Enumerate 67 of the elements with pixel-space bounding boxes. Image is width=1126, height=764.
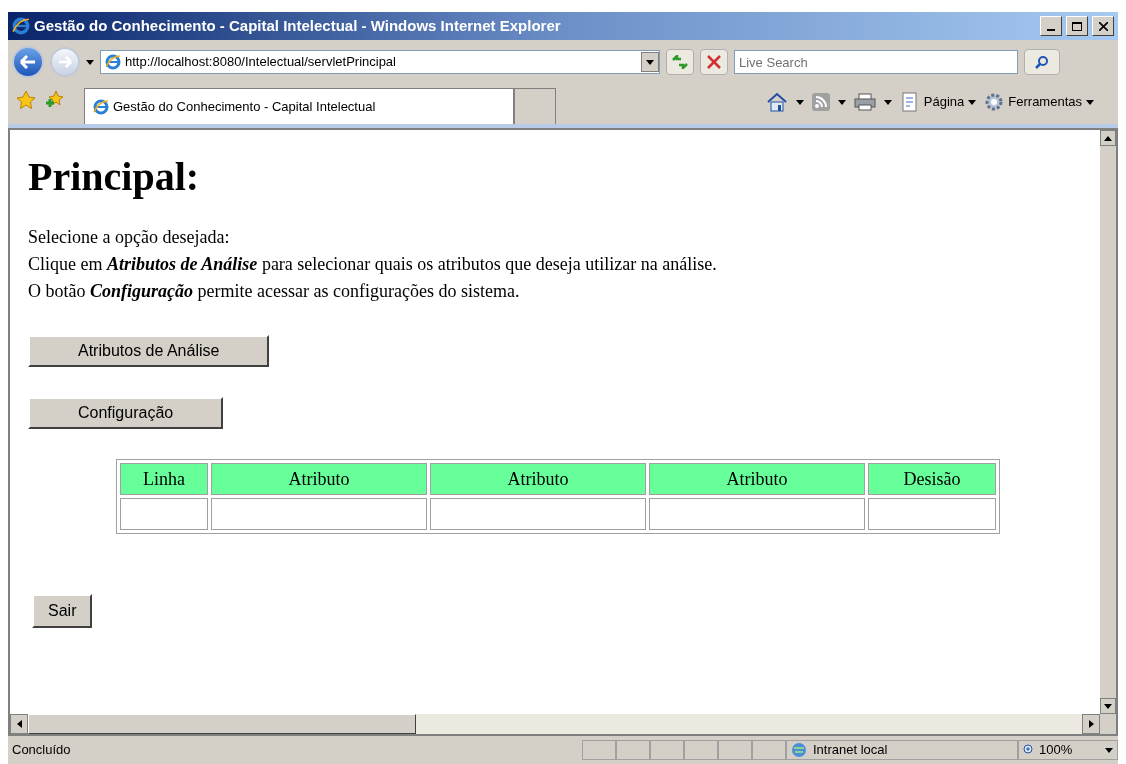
search-icon <box>1035 55 1049 69</box>
status-pane <box>650 740 684 760</box>
caret-icon[interactable] <box>968 99 977 105</box>
column-header: Atributo <box>649 463 865 495</box>
action-button[interactable]: Configuração <box>28 397 224 429</box>
action-button[interactable]: Atributos de Análise <box>28 335 270 367</box>
dropdown-button[interactable] <box>641 52 659 72</box>
document-icon <box>899 92 920 112</box>
vertical-scrollbar[interactable] <box>1100 130 1116 734</box>
search-field[interactable]: Live Search <box>734 50 1018 74</box>
globe-icon <box>791 742 809 758</box>
scroll-right-icon[interactable] <box>1088 720 1094 728</box>
feed-icon <box>811 93 830 111</box>
security-zone: Intranet local <box>813 741 888 760</box>
status-pane <box>616 740 650 760</box>
instruction-text: Clique em Atributos de Análise para selecionar quais os atributos que deseja utilizar na análise. <box>28 253 717 276</box>
page-heading: Principal: <box>28 153 200 201</box>
refresh-icon <box>671 55 689 69</box>
close-icon[interactable] <box>1092 16 1114 36</box>
browser-logo-icon <box>12 17 30 35</box>
window-title: Gestão do Conhecimento - Capital Intelectual - Windows Internet Explorer <box>34 15 562 36</box>
back-button[interactable] <box>12 46 44 78</box>
column-header: Atributo <box>430 463 646 495</box>
maximize-icon[interactable] <box>1066 16 1088 36</box>
caret-icon[interactable] <box>883 99 892 105</box>
zoom-button[interactable]: 100% <box>1018 740 1118 760</box>
caret-icon[interactable] <box>795 99 804 105</box>
scroll-left-icon[interactable] <box>16 720 22 728</box>
stop-button[interactable] <box>700 49 728 75</box>
caret-icon[interactable] <box>86 59 94 65</box>
browser-tab[interactable]: Gestão do Conhecimento - Capital Intelectual <box>84 88 514 124</box>
scrollbar-thumb[interactable] <box>28 714 416 734</box>
magnifier-icon <box>1023 744 1035 756</box>
instruction-text: O botão Configuração permite acessar as configurações do sistema. <box>28 280 520 303</box>
status-pane <box>718 740 752 760</box>
gear-icon <box>984 92 1005 112</box>
status-text: Concluído <box>11 741 72 760</box>
status-pane <box>684 740 718 760</box>
column-header: Atributo <box>211 463 427 495</box>
refresh-button[interactable] <box>666 49 694 75</box>
address-url: http://localhost:8080/Intelectual/servletPrincipal <box>125 53 397 72</box>
command-menu-button[interactable]: Página <box>899 92 977 112</box>
caret-icon[interactable] <box>1086 99 1094 105</box>
browser-logo-icon <box>105 54 121 70</box>
scroll-down-icon[interactable] <box>1104 703 1112 709</box>
close-icon <box>707 55 721 69</box>
browser-logo-icon <box>93 98 109 115</box>
address-field[interactable]: http://localhost:8080/Intelectual/servletPrincipal <box>100 50 660 74</box>
home-icon[interactable] <box>765 92 788 112</box>
scroll-up-icon[interactable] <box>1104 135 1112 141</box>
status-pane <box>582 740 616 760</box>
command-menu-button[interactable]: Ferramentas <box>984 92 1094 112</box>
column-header: Desisão <box>868 463 996 495</box>
arrow-left-icon <box>20 55 36 69</box>
new-tab-button[interactable] <box>514 88 556 124</box>
minimize-icon[interactable] <box>1040 16 1062 36</box>
instruction-text: Selecione a opção desejada: <box>28 226 230 249</box>
star-icon[interactable] <box>16 90 36 110</box>
horizontal-scrollbar[interactable] <box>10 714 1100 734</box>
caret-icon[interactable] <box>646 59 654 65</box>
column-header: Linha <box>120 463 208 495</box>
caret-icon[interactable] <box>1105 747 1113 753</box>
printer-icon[interactable] <box>853 93 876 111</box>
exit-button[interactable]: Sair <box>32 594 93 628</box>
search-button[interactable] <box>1024 49 1060 75</box>
caret-icon[interactable] <box>837 99 846 105</box>
arrow-right-icon <box>58 56 72 68</box>
